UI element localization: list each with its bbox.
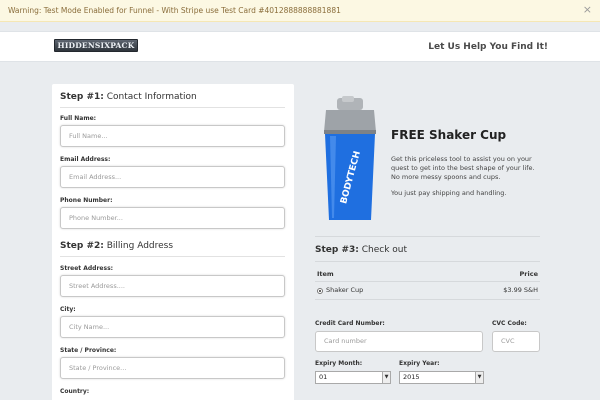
step-2-title: Billing Address	[106, 241, 174, 251]
expiry-year-label: Expiry Year:	[399, 360, 440, 367]
expiry-month-value: 01	[319, 373, 328, 381]
phone-label: Phone Number:	[60, 197, 113, 204]
expiry-month-select[interactable]: 01 ▼	[315, 371, 391, 384]
warning-text: Warning: Test Mode Enabled for Funnel - …	[8, 6, 341, 15]
city-input[interactable]: City Name...	[60, 316, 285, 338]
table-row[interactable]: Shaker Cup $3.99 S&H	[315, 282, 540, 300]
order-table-header: Item Price	[315, 266, 540, 282]
street-input[interactable]: Street Address....	[60, 275, 285, 297]
state-input[interactable]: State / Province...	[60, 357, 285, 379]
step-1-title: Contact Information	[106, 92, 197, 102]
site-header: HIDDENSIXPACK Let Us Help You Find It!	[0, 31, 600, 62]
step-1-heading: Step #1: Contact Information	[60, 92, 285, 108]
step-2-heading: Step #2: Billing Address	[60, 241, 285, 257]
email-input[interactable]: Email Address...	[60, 166, 285, 188]
card-number-input[interactable]: Card number	[315, 331, 483, 352]
full-name-input[interactable]: Full Name...	[60, 125, 285, 147]
offer-pay-note: You just pay shipping and handling.	[391, 189, 507, 197]
product-name: Shaker Cup	[326, 286, 364, 294]
offer-description: Get this priceless tool to assist you on…	[391, 155, 535, 181]
shaker-lid-rim	[324, 130, 376, 134]
logo[interactable]: HIDDENSIXPACK	[54, 39, 138, 52]
step-3-heading: Step #3: Check out	[315, 236, 540, 262]
email-label: Email Address:	[60, 156, 111, 163]
full-name-label: Full Name:	[60, 115, 97, 122]
shaker-cup-image: BODYTECH	[324, 96, 376, 220]
shaker-lid	[324, 110, 376, 132]
close-icon[interactable]: ×	[583, 4, 592, 15]
cvc-label: CVC Code:	[492, 320, 527, 327]
cvc-input[interactable]: CVC	[492, 331, 540, 352]
product-radio[interactable]	[317, 288, 323, 294]
item-column-header: Item	[317, 270, 334, 278]
step-1-number: Step #1:	[60, 92, 104, 102]
logo-text: HIDDENSIXPACK	[57, 41, 135, 50]
step-2-number: Step #2:	[60, 241, 104, 251]
expiry-year-value: 2015	[403, 373, 420, 381]
chevron-down-icon: ▼	[475, 372, 483, 383]
expiry-month-label: Expiry Month:	[315, 360, 363, 367]
card-number-label: Credit Card Number:	[315, 320, 385, 327]
state-label: State / Province:	[60, 347, 117, 354]
shaker-spout	[342, 96, 354, 102]
city-label: City:	[60, 306, 76, 313]
step-3-title: Check out	[361, 245, 408, 255]
expiry-year-select[interactable]: 2015 ▼	[399, 371, 484, 384]
chevron-down-icon: ▼	[382, 372, 390, 383]
order-form-panel: Step #1: Contact Information Full Name: …	[52, 84, 294, 400]
product-price: $3.99 S&H	[503, 286, 538, 294]
header-tagline: Let Us Help You Find It!	[428, 42, 548, 52]
country-label: Country:	[60, 388, 90, 395]
phone-input[interactable]: Phone Number...	[60, 207, 285, 229]
street-label: Street Address:	[60, 265, 114, 272]
offer-title: FREE Shaker Cup	[391, 128, 507, 142]
test-mode-warning: Warning: Test Mode Enabled for Funnel - …	[0, 0, 600, 22]
step-3-number: Step #3:	[315, 245, 359, 255]
price-column-header: Price	[519, 270, 538, 278]
